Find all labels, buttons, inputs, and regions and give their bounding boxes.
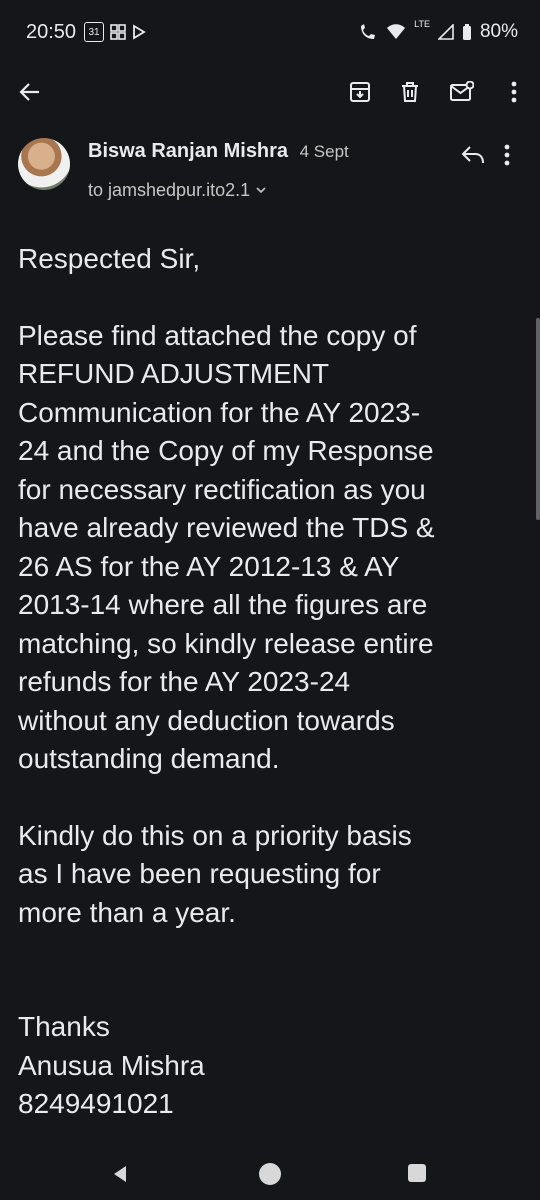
recipient-line[interactable]: to jamshedpur.ito2.1 xyxy=(88,180,266,201)
delete-icon xyxy=(402,82,418,102)
signoff: Thanks xyxy=(18,1011,110,1042)
message-more-button[interactable] xyxy=(504,144,528,172)
chevron-down-icon xyxy=(256,186,266,193)
more-vert-icon xyxy=(504,144,510,166)
body-line: Kindly do this on a priority basis xyxy=(18,819,412,851)
sender-line[interactable]: Biswa Ranjan Mishra 4 Sept xyxy=(88,140,349,163)
body-line: 24 and the Copy of my Response xyxy=(18,435,434,466)
scrollbar[interactable] xyxy=(536,318,540,520)
body-line: have already reviewed the TDS & xyxy=(18,512,435,543)
body-line: Communication for the AY 2023- xyxy=(18,396,421,428)
calendar-icon: 31 xyxy=(84,22,105,42)
signal-icon xyxy=(437,24,454,40)
status-bar: 20:50 31 LTE 80% xyxy=(0,0,540,64)
greeting: Respected Sir, xyxy=(18,243,201,274)
email-date: 4 Sept xyxy=(299,142,349,161)
system-nav-bar xyxy=(0,1150,540,1200)
delete-button[interactable] xyxy=(394,76,426,108)
status-time: 20:50 xyxy=(26,20,77,43)
mark-unread-icon xyxy=(450,81,474,101)
body-line: more than a year. xyxy=(18,896,236,928)
back-arrow-icon xyxy=(19,83,39,101)
wifi-call-icon xyxy=(361,24,376,39)
mark-unread-button[interactable] xyxy=(446,76,478,108)
play-icon xyxy=(133,24,146,40)
nav-home-icon[interactable] xyxy=(259,1163,281,1185)
app-grid-icon xyxy=(110,24,126,40)
body-line: without any deduction towards xyxy=(18,704,395,736)
notification-icons: 31 xyxy=(84,22,146,42)
body-line: 26 AS for the AY 2012-13 & AY xyxy=(18,550,400,582)
body-line: as I have been requesting for xyxy=(18,858,381,889)
body-line: outstanding demand. xyxy=(18,743,280,774)
nav-recents-icon[interactable] xyxy=(408,1164,426,1182)
archive-button[interactable] xyxy=(344,76,376,108)
sender-avatar[interactable] xyxy=(18,138,70,190)
more-options-button[interactable] xyxy=(498,76,530,108)
battery-percent: 80% xyxy=(479,21,518,42)
body-line: refunds for the AY 2023-24 xyxy=(18,666,351,697)
archive-icon xyxy=(350,82,370,102)
status-left: 20:50 31 xyxy=(26,21,146,44)
signature-name: Anusua Mishra xyxy=(18,1049,205,1081)
wifi-icon xyxy=(387,24,406,39)
sender-name: Biswa Ranjan Mishra xyxy=(88,140,289,162)
signature-phone[interactable]: 8249491021 xyxy=(18,1085,518,1124)
email-body: Respected Sir, Please find attached the … xyxy=(18,240,518,1124)
status-right: LTE 80% xyxy=(358,19,518,43)
body-line: matching, so kindly release entire xyxy=(18,627,434,659)
back-button[interactable] xyxy=(14,76,46,108)
recipient-text: to jamshedpur.ito2.1 xyxy=(88,180,251,200)
body-line: 2013-14 where all the figures are xyxy=(18,589,428,620)
email-header: Biswa Ranjan Mishra 4 Sept to jamshedpur… xyxy=(0,128,540,218)
email-toolbar xyxy=(0,64,540,120)
reply-button[interactable] xyxy=(460,144,488,172)
nav-back-icon[interactable] xyxy=(110,1164,130,1184)
reply-icon xyxy=(461,146,484,164)
body-line: for necessary rectification as you xyxy=(18,473,426,505)
battery-icon xyxy=(462,24,471,40)
body-line: Please find attached the copy of xyxy=(18,319,417,351)
lte-label: LTE xyxy=(414,19,430,29)
body-line: REFUND ADJUSTMENT xyxy=(18,358,330,389)
more-vert-icon xyxy=(511,81,517,103)
